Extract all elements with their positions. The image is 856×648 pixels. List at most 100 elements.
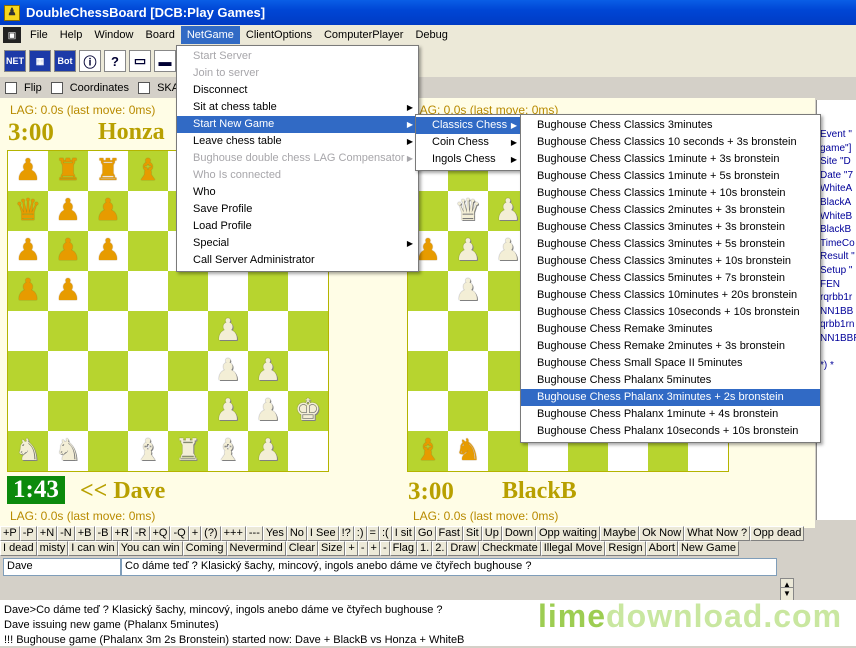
quick-button[interactable]: You can win <box>117 541 183 556</box>
board-square[interactable] <box>48 391 88 431</box>
classics-menu-item[interactable]: Bughouse Chess Phalanx 5minutes <box>521 372 820 389</box>
quick-button[interactable]: Checkmate <box>479 541 541 556</box>
board-square[interactable] <box>48 311 88 351</box>
coordinates-checkbox[interactable] <box>50 82 63 94</box>
board-square[interactable] <box>448 311 488 351</box>
quick-button[interactable]: Go <box>414 526 436 541</box>
board-square[interactable]: ♛ <box>448 191 488 231</box>
classics-menu-item[interactable]: Bughouse Chess Phalanx 10seconds + 10s b… <box>521 423 820 440</box>
board-square[interactable]: ♝ <box>128 431 168 471</box>
classics-menu-item[interactable]: Bughouse Chess Classics 10 seconds + 3s … <box>521 134 820 151</box>
board-square[interactable]: ♞ <box>48 431 88 471</box>
board-icon[interactable]: ▦ <box>29 50 51 72</box>
pgn-panel[interactable]: Event " game"] Site "D Date "7 WhiteA BlackA W… <box>816 100 856 520</box>
classics-menu-item[interactable]: Bughouse Chess Classics 10seconds + 10s … <box>521 304 820 321</box>
board-square[interactable]: ♟ <box>48 231 88 271</box>
board-square[interactable] <box>408 351 448 391</box>
board-square[interactable] <box>408 311 448 351</box>
board-square[interactable] <box>168 351 208 391</box>
quick-button[interactable]: misty <box>36 541 69 556</box>
quick-button[interactable]: Nevermind <box>226 541 286 556</box>
system-menu-icon[interactable]: ▣ <box>3 27 21 43</box>
classics-menu-item[interactable]: Bughouse Chess Classics 1minute + 5s bro… <box>521 168 820 185</box>
classics-menu-item[interactable]: Bughouse Chess Phalanx 3minutes + 2s bro… <box>521 389 820 406</box>
board-square[interactable] <box>248 271 288 311</box>
board-square[interactable] <box>448 391 488 431</box>
quick-button[interactable]: +R <box>111 526 132 541</box>
quick-button[interactable]: New Game <box>677 541 739 556</box>
quick-button[interactable]: +N <box>36 526 58 541</box>
quick-button[interactable]: Down <box>501 526 536 541</box>
board-square[interactable] <box>8 311 48 351</box>
board-square[interactable] <box>448 351 488 391</box>
board-square[interactable]: ♚ <box>288 391 328 431</box>
classics-menu-item[interactable]: Bughouse Chess Phalanx 1minute + 4s bron… <box>521 406 820 423</box>
quick-button[interactable]: :( <box>378 526 392 541</box>
board-square[interactable] <box>288 271 328 311</box>
player-name-field[interactable]: Dave <box>3 558 121 576</box>
menu-netgame[interactable]: NetGame <box>180 26 240 44</box>
board-square[interactable] <box>88 391 128 431</box>
board-square[interactable]: ♟ <box>248 391 288 431</box>
quick-button[interactable]: -R <box>131 526 150 541</box>
board-square[interactable] <box>128 351 168 391</box>
netgame-menu-item[interactable]: Leave chess table ▶ <box>177 133 418 150</box>
board-square[interactable]: ♟ <box>248 351 288 391</box>
quick-button[interactable]: Opp dead <box>750 526 805 541</box>
classics-menu-item[interactable]: Bughouse Chess Classics 1minute + 10s br… <box>521 185 820 202</box>
board-square[interactable] <box>288 351 328 391</box>
classics-menu-item[interactable]: Bughouse Chess Remake 2minutes + 3s bron… <box>521 338 820 355</box>
quick-button[interactable]: Ok Now <box>639 526 685 541</box>
classics-menu-item[interactable]: Bughouse Chess Classics 3minutes <box>521 117 820 134</box>
quick-button[interactable]: Sit <box>462 526 482 541</box>
window-icon[interactable]: ▭ <box>129 50 151 72</box>
menu-computerplayer[interactable]: ComputerPlayer <box>318 26 409 44</box>
board-square[interactable]: ♟ <box>8 271 48 311</box>
board-square[interactable] <box>208 271 248 311</box>
newgame-menu-item[interactable]: Classics Chess ▶ <box>416 117 522 134</box>
flip-checkbox[interactable] <box>5 82 17 94</box>
quick-button[interactable]: + <box>367 541 380 556</box>
netgame-menu-item[interactable]: Sit at chess table ▶ <box>177 99 418 116</box>
netgame-menu-item[interactable]: Call Server Administrator <box>177 252 418 269</box>
board-square[interactable]: ♟ <box>88 191 128 231</box>
board-square[interactable]: ♜ <box>48 151 88 191</box>
board-square[interactable] <box>128 191 168 231</box>
quick-button[interactable]: No <box>286 526 307 541</box>
quick-button[interactable]: 1. <box>417 541 433 556</box>
board-square[interactable]: ♟ <box>8 151 48 191</box>
classics-menu-item[interactable]: Bughouse Chess Classics 10minutes + 20s … <box>521 287 820 304</box>
classics-menu-item[interactable]: Bughouse Chess Classics 3minutes + 3s br… <box>521 219 820 236</box>
quick-button[interactable]: Yes <box>262 526 287 541</box>
quick-button[interactable]: - <box>379 541 390 556</box>
monitor-icon[interactable]: ▬ <box>154 50 176 72</box>
netgame-menu-item[interactable]: Who <box>177 184 418 201</box>
newgame-menu-item[interactable]: Coin Chess ▶ <box>416 134 522 151</box>
board-square[interactable] <box>408 391 448 431</box>
quick-button[interactable]: + <box>345 541 358 556</box>
quick-button[interactable]: + <box>188 526 202 541</box>
menu-window[interactable]: Window <box>88 26 139 44</box>
classics-menu-item[interactable]: Bughouse Chess Classics 3minutes + 5s br… <box>521 236 820 253</box>
quick-button[interactable]: I See <box>306 526 339 541</box>
board-square[interactable] <box>408 271 448 311</box>
board-square[interactable] <box>88 351 128 391</box>
netgame-menu-item[interactable]: Disconnect <box>177 82 418 99</box>
board-square[interactable]: ♞ <box>448 431 488 471</box>
quick-button[interactable]: Clear <box>285 541 318 556</box>
network-icon[interactable]: NET <box>4 50 26 72</box>
netgame-menu-item[interactable]: Load Profile <box>177 218 418 235</box>
board-square[interactable]: ♟ <box>448 231 488 271</box>
quick-button[interactable]: Flag <box>389 541 418 556</box>
board-square[interactable] <box>248 311 288 351</box>
board-square[interactable] <box>168 271 208 311</box>
classics-menu-item[interactable]: Bughouse Chess Remake 3minutes <box>521 321 820 338</box>
bot-icon[interactable]: Bot <box>54 50 76 72</box>
classics-menu-item[interactable]: Bughouse Chess Classics 1minute + 3s bro… <box>521 151 820 168</box>
quick-button[interactable]: Opp waiting <box>535 526 601 541</box>
quick-button[interactable]: Illegal Move <box>540 541 606 556</box>
menu-clientoptions[interactable]: ClientOptions <box>240 26 318 44</box>
board-square[interactable]: ♟ <box>248 431 288 471</box>
quick-button[interactable]: I can win <box>68 541 118 556</box>
board-square[interactable] <box>48 351 88 391</box>
